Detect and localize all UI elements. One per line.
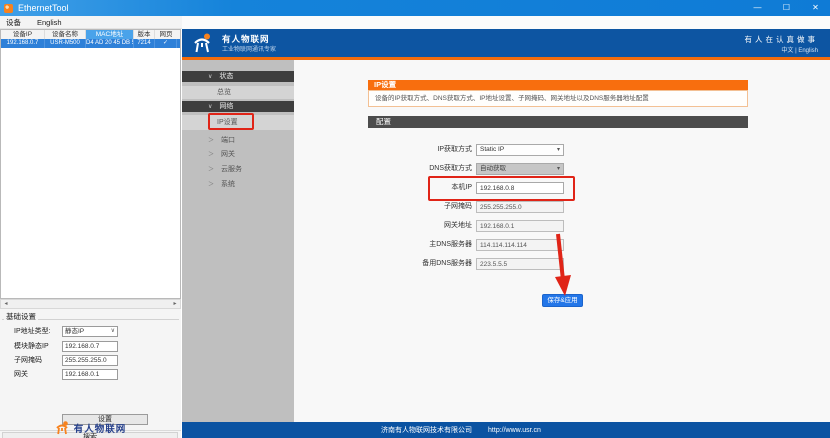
dns-mode-select[interactable]: 自动获取 ▾ [476, 163, 564, 175]
section-config: 配置 [368, 116, 748, 128]
dns-mode-value: 自动获取 [480, 164, 506, 174]
page-description: 设备的IP获取方式、DNS获取方式、IP地址设置、子网掩码、网关地址以及DNS服… [368, 90, 748, 107]
ip-type-label: IP地址类型: [14, 326, 51, 337]
subnet-mask-label: 子网掩码 [14, 355, 42, 366]
chevron-right-icon: ＞ [208, 167, 214, 173]
nav-group-port[interactable]: ＞端口 [182, 135, 294, 146]
web-sidebar-nav: ∨状态 总览 ∨网络 IP设置 ＞端口 ＞网关 ＞云服务 ＞系统 [182, 60, 294, 422]
device-table-header: 设备IP 设备名称 MAC地址 版本 网页 [1, 30, 180, 39]
col-version[interactable]: 版本 [134, 30, 155, 39]
web-header: 有人物联网 工业物联网通讯专家 有人在认真做事 中文 | English [182, 29, 830, 57]
select-arrow-icon: ▾ [557, 164, 560, 174]
dns2-row: 备用DNS服务器 [294, 258, 674, 270]
local-ip-row: 本机IP [294, 182, 674, 194]
static-ip-row: 模块静态IP [0, 341, 181, 352]
footer-url[interactable]: http://www.usr.cn [488, 427, 541, 434]
col-device-name[interactable]: 设备名称 [45, 30, 86, 39]
chevron-right-icon: ＞ [208, 138, 214, 144]
gateway-row: 网关 [0, 369, 181, 380]
nav-group-gateway[interactable]: ＞网关 [182, 149, 294, 160]
close-button[interactable]: ✕ [801, 0, 830, 16]
save-apply-button[interactable]: 保存&应用 [542, 294, 583, 307]
local-ip-input[interactable] [476, 182, 564, 194]
chevron-right-icon: ＞ [208, 182, 214, 188]
nav-item-overview[interactable]: 总览 [182, 86, 294, 99]
dns-mode-row: DNS获取方式 自动获取 ▾ [294, 163, 674, 175]
subnet-input[interactable] [476, 201, 564, 213]
gateway-addr-input[interactable] [476, 220, 564, 232]
maximize-button[interactable]: ☐ [772, 0, 801, 16]
gateway-input[interactable] [62, 369, 118, 380]
window-title: EthernetTool [18, 0, 69, 16]
usr-logo: 有人物联网 [0, 418, 181, 438]
ip-type-row: IP地址类型: 静态IP ∨ [0, 326, 181, 337]
scroll-right-icon[interactable]: ▸ [170, 300, 180, 308]
ip-mode-label: IP获取方式 [294, 144, 472, 156]
mask-row: 子网掩码 [0, 355, 181, 366]
chevron-down-icon: ∨ [208, 74, 212, 80]
nav-group-cloud[interactable]: ＞云服务 [182, 164, 294, 175]
chevron-down-icon: ∨ [208, 104, 212, 110]
language-switcher[interactable]: 中文 | English [781, 45, 818, 54]
gateway-label: 网关 [14, 369, 28, 380]
dns2-label: 备用DNS服务器 [294, 258, 472, 270]
nav-group-system[interactable]: ＞系统 [182, 179, 294, 190]
device-ip-cell: 192.168.0.7 [1, 39, 45, 48]
device-tool-panel: 设备IP 设备名称 MAC地址 版本 网页 192.168.0.7 USR-M5… [0, 29, 181, 438]
ip-mode-select[interactable]: Static IP ▾ [476, 144, 564, 156]
web-top-strip [182, 16, 830, 29]
device-version-cell: 7214 [134, 39, 155, 48]
subnet-mask-input[interactable] [62, 355, 118, 366]
web-main-content: IP设置 设备的IP获取方式、DNS获取方式、IP地址设置、子网掩码、网关地址以… [294, 60, 830, 422]
footer-company: 济南有人物联网技术有限公司 [381, 425, 472, 435]
basic-settings-title: 基础设置 [4, 311, 38, 322]
web-motto: 有人在认真做事 [745, 34, 819, 45]
dns1-row: 主DNS服务器 [294, 239, 674, 251]
static-ip-label: 模块静态IP [14, 341, 49, 352]
col-mac-address[interactable]: MAC地址 [86, 30, 134, 39]
menu-english[interactable]: English [37, 18, 62, 27]
usr-figure-icon [55, 421, 70, 435]
gateway-addr-row: 网关地址 [294, 220, 674, 232]
menu-device[interactable]: 设备 [6, 17, 21, 28]
dns1-label: 主DNS服务器 [294, 239, 472, 251]
nav-item-ip-settings[interactable]: IP设置 [182, 115, 294, 130]
app-icon [4, 4, 13, 13]
scroll-left-icon[interactable]: ◂ [1, 300, 11, 308]
ethernettool-window: EthernetTool — ☐ ✕ 设备 English 设备IP 设备名称 … [0, 0, 830, 438]
device-web-link-icon[interactable]: ✓ [155, 39, 177, 48]
device-list: 设备IP 设备名称 MAC地址 版本 网页 192.168.0.7 USR-M5… [0, 29, 181, 299]
nav-group-network[interactable]: ∨网络 [182, 101, 294, 112]
dns-mode-label: DNS获取方式 [294, 163, 472, 175]
ip-mode-row: IP获取方式 Static IP ▾ [294, 144, 674, 156]
static-ip-input[interactable] [62, 341, 118, 352]
chevron-right-icon: ＞ [208, 152, 214, 158]
ip-type-value: 静态IP [65, 327, 84, 336]
window-controls: — ☐ ✕ [743, 0, 830, 16]
ip-type-select[interactable]: 静态IP ∨ [62, 326, 118, 337]
subnet-label: 子网掩码 [294, 201, 472, 213]
dns2-input[interactable] [476, 258, 564, 270]
gateway-addr-label: 网关地址 [294, 220, 472, 232]
usr-logo-text: 有人物联网 [74, 421, 127, 435]
web-footer: 济南有人物联网技术有限公司 http://www.usr.cn [182, 422, 830, 438]
device-row-selected[interactable]: 192.168.0.7 USR-M500 D4 AD 20 45 DB 51 7… [1, 39, 180, 48]
chevron-down-icon: ∨ [111, 327, 115, 336]
horizontal-scrollbar[interactable]: ◂ ▸ [0, 299, 181, 309]
minimize-button[interactable]: — [743, 0, 772, 16]
web-slogan: 工业物联网通讯专家 [222, 44, 276, 53]
usr-figure-icon [192, 33, 216, 53]
col-webpage[interactable]: 网页 [155, 30, 177, 39]
window-titlebar[interactable]: EthernetTool — ☐ ✕ [0, 0, 830, 16]
device-mac-cell: D4 AD 20 45 DB 51 [86, 39, 134, 48]
ip-mode-value: Static IP [480, 145, 504, 155]
select-arrow-icon: ▾ [557, 145, 560, 155]
dns1-input[interactable] [476, 239, 564, 251]
device-name-cell: USR-M500 [45, 39, 86, 48]
nav-group-status[interactable]: ∨状态 [182, 71, 294, 82]
col-device-ip[interactable]: 设备IP [1, 30, 45, 39]
page-title: IP设置 [368, 80, 748, 90]
subnet-row: 子网掩码 [294, 201, 674, 213]
local-ip-label: 本机IP [294, 182, 472, 194]
